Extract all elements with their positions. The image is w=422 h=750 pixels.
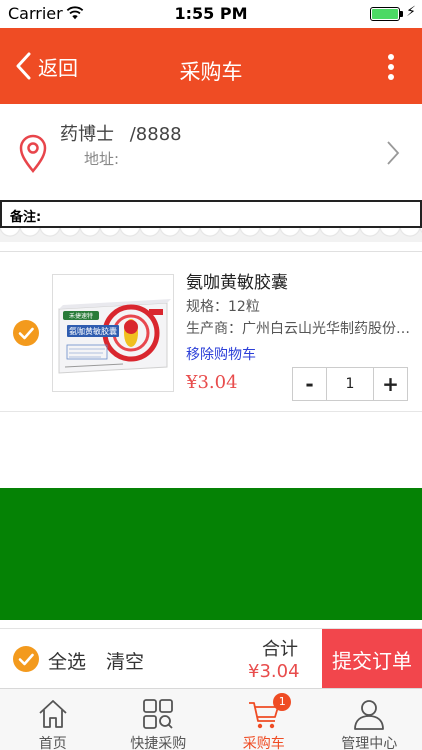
select-all-check-icon[interactable] bbox=[13, 646, 39, 672]
package-name: 氨咖黄敏胶囊 bbox=[69, 326, 117, 336]
checkout-bar: 全选 清空 合计 ¥3.04 提交订单 bbox=[0, 628, 422, 689]
tab-home[interactable]: 首页 bbox=[0, 689, 106, 750]
total-amount: ¥3.04 bbox=[248, 661, 300, 682]
more-menu-icon[interactable] bbox=[384, 54, 398, 82]
page-title: 采购车 bbox=[179, 60, 243, 84]
nav-bar: 返回 采购车 bbox=[0, 28, 422, 104]
recipient-name: 药博士 /8888 bbox=[60, 120, 182, 146]
total-label: 合计 bbox=[262, 639, 298, 660]
grid-search-icon bbox=[143, 699, 174, 729]
quantity-stepper: - 1 + bbox=[292, 367, 408, 401]
remove-from-cart-link[interactable]: 移除购物车 bbox=[186, 344, 256, 364]
recipient-phone: /8888 bbox=[129, 124, 182, 145]
select-all-label[interactable]: 全选 bbox=[48, 647, 86, 674]
location-pin-icon bbox=[19, 134, 47, 173]
tab-management-label: 管理中心 bbox=[341, 736, 398, 750]
tab-management[interactable]: 管理中心 bbox=[317, 689, 422, 750]
product-manufacturer: 生产商：广州白云山光华制药股份有限公司 bbox=[186, 321, 412, 337]
tab-bar: 首页 快捷采购 1 采购车 管理中心 bbox=[0, 688, 422, 750]
home-icon bbox=[39, 700, 67, 728]
promo-banner[interactable] bbox=[0, 488, 422, 620]
chevron-right-icon bbox=[387, 141, 400, 165]
tab-cart-label: 采购车 bbox=[242, 736, 285, 750]
scallop-divider bbox=[0, 228, 422, 252]
user-icon bbox=[354, 700, 385, 730]
cart-item: 禾捷速特 氨咖黄敏胶囊 氨咖黄敏胶囊 规格：12粒 生产商：广州白云山光华制药股… bbox=[0, 262, 422, 412]
charging-icon: ⚡ bbox=[406, 4, 416, 20]
remark-input[interactable] bbox=[52, 204, 412, 224]
status-bar: Carrier 1:55 PM ⚡ bbox=[0, 0, 422, 28]
tab-cart[interactable]: 1 采购车 bbox=[211, 689, 317, 750]
product-name[interactable]: 氨咖黄敏胶囊 bbox=[186, 268, 288, 293]
recipient-name-text: 药博士 bbox=[60, 124, 114, 145]
address-card[interactable]: 药博士 /8888 地址: bbox=[0, 104, 422, 200]
clock: 1:55 PM bbox=[174, 4, 248, 23]
remark-field: 备注: bbox=[0, 200, 422, 228]
tab-home-label: 首页 bbox=[38, 736, 67, 750]
medicine-box-image: 禾捷速特 氨咖黄敏胶囊 bbox=[53, 275, 173, 391]
decrement-button[interactable]: - bbox=[293, 368, 326, 400]
tab-quick-purchase[interactable]: 快捷采购 bbox=[106, 689, 212, 750]
battery-icon bbox=[370, 7, 400, 21]
quantity-value[interactable]: 1 bbox=[326, 368, 374, 400]
battery-cap bbox=[400, 11, 403, 17]
submit-order-button[interactable]: 提交订单 bbox=[322, 629, 422, 689]
cart-count-badge: 1 bbox=[273, 693, 292, 711]
package-brand: 禾捷速特 bbox=[69, 312, 93, 320]
product-price: ¥3.04 bbox=[186, 372, 238, 393]
address-label: 地址: bbox=[84, 150, 120, 168]
tab-quick-purchase-label: 快捷采购 bbox=[130, 736, 187, 750]
product-spec: 规格：12粒 bbox=[186, 299, 260, 315]
product-image[interactable]: 禾捷速特 氨咖黄敏胶囊 bbox=[52, 274, 174, 392]
clear-cart-button[interactable]: 清空 bbox=[106, 647, 144, 674]
remark-label: 备注: bbox=[10, 210, 42, 225]
increment-button[interactable]: + bbox=[374, 368, 407, 400]
item-check-icon[interactable] bbox=[13, 320, 39, 346]
